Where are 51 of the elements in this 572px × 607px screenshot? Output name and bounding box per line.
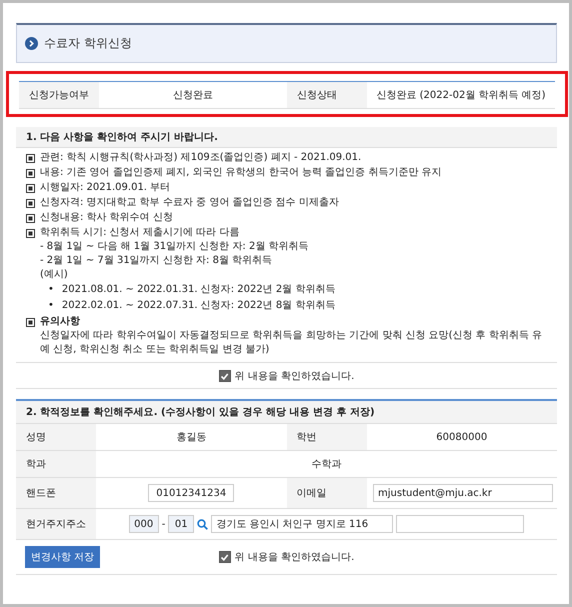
search-icon[interactable] — [197, 518, 208, 530]
bullet-icon — [26, 228, 35, 238]
field-value: 신청완료 (2022-02월 학위취득 예정) — [375, 89, 547, 103]
notice-text: 시행일자: 2021.09.01. 부터 — [40, 181, 170, 195]
field-label: 신청상태 — [287, 82, 367, 108]
notice-text: 신청자격: 명지대학교 학부 수료자 중 영어 졸업인증 점수 미제출자 — [40, 196, 339, 210]
bullet-mark: • — [48, 283, 54, 297]
checkbox[interactable] — [218, 370, 231, 382]
page-title: 수료자 학위신청 — [44, 35, 132, 52]
notice-text: 유의사항 — [40, 315, 80, 329]
checkbox-label: 위 내용을 확인하였습니다. — [234, 370, 354, 383]
field-value: 신청완료 — [172, 89, 214, 103]
example-text: 2022.02.01. ~ 2022.07.31. 신청자: 2022년 8월 학위취득 — [62, 299, 336, 313]
notice-text: 학위취득 시기: 신청서 제출시기에 따라 다름 — [40, 226, 240, 240]
save-button[interactable]: 변경사항 저장 — [25, 546, 100, 568]
field-value: 60080000 — [366, 424, 557, 451]
zip-field[interactable]: 01 — [168, 515, 194, 533]
section-heading: 1. 다음 사항을 확인하여 주시기 바랍니다. — [16, 127, 557, 148]
field-value: 홍길동 — [96, 424, 286, 451]
field-label: 이메일 — [286, 478, 366, 509]
phone-field[interactable]: 01012341234 — [148, 484, 234, 502]
notice-paragraph: 신청일자에 따라 학위수여일이 자동결정되므로 학위취득을 희망하는 기간에 맞춰 신청 요망(신청 후 학위취득 유예 신청, 학위신청 취소 또는 학위취득일 변경 불가) — [39, 329, 544, 357]
bullet-icon — [26, 168, 35, 178]
checkbox-label: 위 내용을 확인하였습니다. — [234, 551, 354, 564]
chevron-icon — [25, 37, 38, 50]
notice-text: - 8월 1일 ~ 다음 해 1월 31일까지 신청한 자: 2월 학위취득 — [39, 240, 310, 254]
bullet-icon — [26, 154, 35, 162]
bullet-icon — [26, 198, 35, 208]
field-label: 현거주지주소 — [16, 509, 96, 540]
checkbox[interactable] — [218, 551, 231, 563]
address-field[interactable]: 경기도 용인시 처인구 명지로 116 — [211, 515, 394, 533]
bullet-icon — [26, 214, 35, 222]
example-text: 2021.08.01. ~ 2022.01.31. 신청자: 2022년 2월 학위취득 — [62, 283, 336, 297]
zip-field[interactable]: 000 — [128, 515, 159, 533]
notice-text: 내용: 기존 영어 졸업인증제 폐지, 외국인 유학생의 한국어 능력 졸업인증 취득기준만 유지 — [40, 166, 442, 180]
section-heading: 2. 학적정보를 확인해주세요. (수정사항이 있을 경우 해당 내용 변경 후 저장) — [16, 399, 557, 424]
address-detail-field[interactable] — [396, 515, 524, 533]
email-field[interactable]: mjustudent@mju.ac.kr — [373, 484, 553, 502]
bullet-icon — [26, 184, 35, 192]
field-label: 학번 — [286, 424, 366, 451]
notice-text: 관련: 학칙 시행규칙(학사과정) 제109조(졸업인증) 폐지 - 2021.09.01. — [40, 151, 362, 165]
field-label: 성명 — [16, 424, 96, 451]
bullet-mark: • — [48, 299, 54, 313]
bullet-icon — [26, 318, 35, 326]
field-label: 핸드폰 — [16, 478, 96, 509]
field-label: 학과 — [16, 451, 96, 478]
field-label: 신청가능여부 — [19, 82, 99, 108]
notice-text: (예시) — [39, 268, 69, 282]
zip-separator: - — [162, 518, 166, 530]
notice-text: 신청내용: 학사 학위수여 신청 — [40, 211, 173, 225]
notice-text: - 2월 1일 ~ 7월 31일까지 신청한 자: 8월 학위취득 — [39, 254, 274, 268]
